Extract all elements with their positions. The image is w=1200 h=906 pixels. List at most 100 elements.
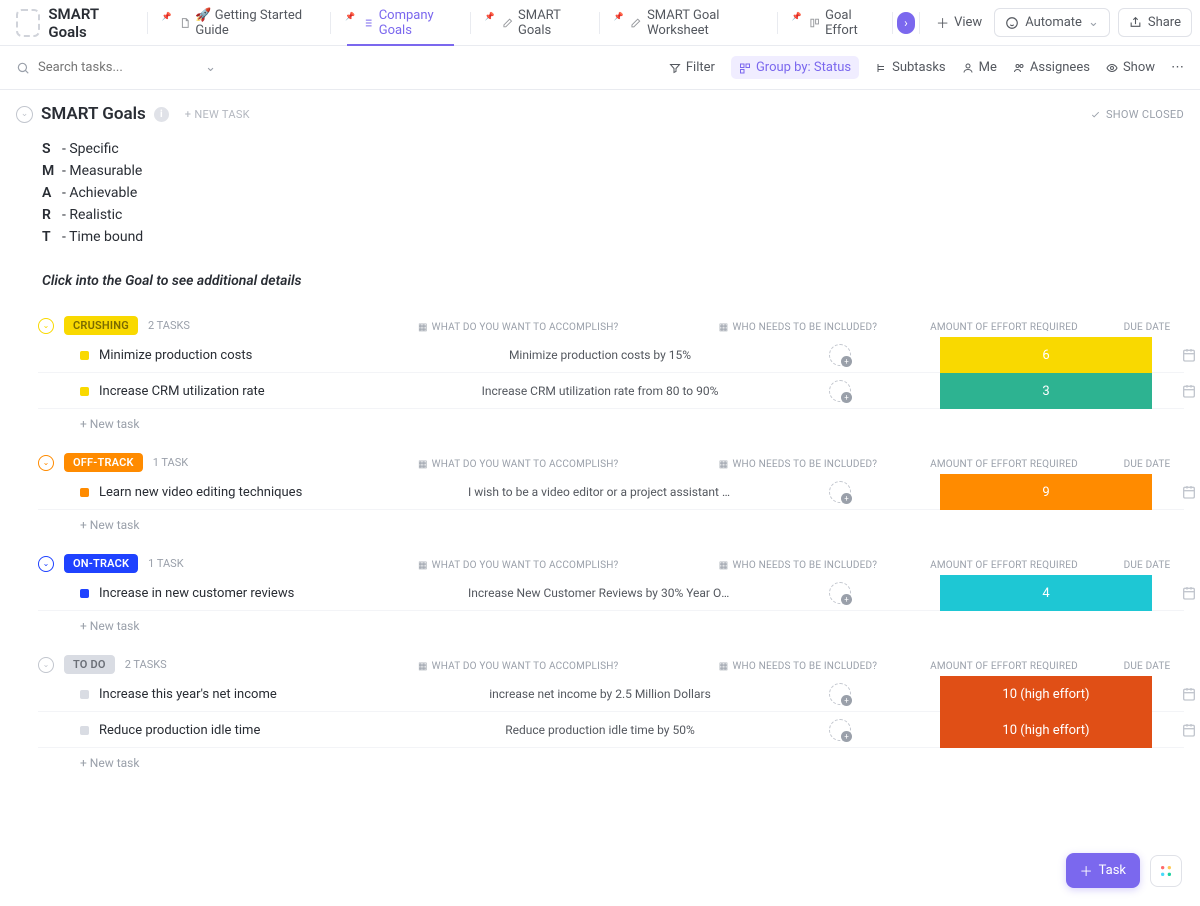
subtasks-button[interactable]: Subtasks xyxy=(875,60,946,75)
nav-tab[interactable]: 📌🚀 Getting Started Guide xyxy=(152,0,327,46)
me-button[interactable]: Me xyxy=(962,60,997,75)
add-task-row[interactable]: + New task xyxy=(38,611,1184,633)
assignee-cell[interactable] xyxy=(740,380,940,402)
add-assignee-icon[interactable] xyxy=(829,683,851,705)
due-date-cell[interactable] xyxy=(1152,484,1200,500)
status-square-icon[interactable] xyxy=(80,690,89,699)
show-closed-button[interactable]: SHOW CLOSED xyxy=(1090,108,1184,121)
add-task-row[interactable]: + New task xyxy=(38,409,1184,431)
col-effort[interactable]: AMOUNT OF EFFORT REQUIRED xyxy=(898,322,1110,333)
filter-button[interactable]: Filter xyxy=(669,60,715,75)
add-assignee-icon[interactable] xyxy=(829,344,851,366)
status-square-icon[interactable] xyxy=(80,726,89,735)
col-due[interactable]: DUE DATE xyxy=(1110,322,1184,333)
show-button[interactable]: Show xyxy=(1106,60,1155,75)
collapse-group-icon[interactable]: ⌄ xyxy=(38,556,54,572)
task-name[interactable]: Learn new video editing techniques xyxy=(99,485,302,500)
col-included[interactable]: ▦WHO NEEDS TO BE INCLUDED? xyxy=(698,322,898,333)
collapse-group-icon[interactable]: ⌄ xyxy=(38,657,54,673)
collapse-group-icon[interactable]: ⌄ xyxy=(38,318,54,334)
col-due[interactable]: DUE DATE xyxy=(1110,459,1184,470)
task-row[interactable]: Increase this year's net income increase … xyxy=(38,676,1184,712)
effort-cell[interactable]: 9 xyxy=(940,474,1152,510)
task-row[interactable]: Minimize production costs Minimize produc… xyxy=(38,337,1184,373)
col-due[interactable]: DUE DATE xyxy=(1110,661,1184,672)
col-accomplish[interactable]: ▦WHAT DO YOU WANT TO ACCOMPLISH? xyxy=(418,322,698,333)
accomplish-cell[interactable]: Increase New Customer Reviews by 30% Yea… xyxy=(460,586,740,600)
add-task-row[interactable]: + New task xyxy=(38,748,1184,770)
accomplish-cell[interactable]: Reduce production idle time by 50% xyxy=(460,723,740,737)
status-pill[interactable]: OFF-TRACK xyxy=(64,453,143,472)
status-pill[interactable]: ON-TRACK xyxy=(64,554,138,573)
col-effort[interactable]: AMOUNT OF EFFORT REQUIRED xyxy=(898,560,1110,571)
col-included[interactable]: ▦WHO NEEDS TO BE INCLUDED? xyxy=(698,661,898,672)
assignee-cell[interactable] xyxy=(740,582,940,604)
assignee-cell[interactable] xyxy=(740,481,940,503)
nav-tab[interactable]: 📌SMART Goal Worksheet xyxy=(604,0,773,46)
add-assignee-icon[interactable] xyxy=(829,582,851,604)
collapse-list-icon[interactable]: ⌄ xyxy=(16,106,33,123)
add-assignee-icon[interactable] xyxy=(829,380,851,402)
effort-cell[interactable]: 4 xyxy=(940,575,1152,611)
status-square-icon[interactable] xyxy=(80,589,89,598)
list-title[interactable]: SMART Goals xyxy=(41,104,146,124)
accomplish-cell[interactable]: I wish to be a video editor or a project… xyxy=(460,485,740,499)
col-accomplish[interactable]: ▦WHAT DO YOU WANT TO ACCOMPLISH? xyxy=(418,459,698,470)
assignees-button[interactable]: Assignees xyxy=(1013,60,1090,75)
effort-cell[interactable]: 10 (high effort) xyxy=(940,712,1152,748)
effort-cell[interactable]: 6 xyxy=(940,337,1152,373)
assignee-cell[interactable] xyxy=(740,719,940,741)
group-by-button[interactable]: Group by: Status xyxy=(731,56,859,79)
due-date-cell[interactable] xyxy=(1152,383,1200,399)
status-square-icon[interactable] xyxy=(80,488,89,497)
space-title[interactable]: SMART Goals xyxy=(48,5,127,41)
new-task-fab[interactable]: ＋Task xyxy=(1066,853,1140,888)
col-included[interactable]: ▦WHO NEEDS TO BE INCLUDED? xyxy=(698,459,898,470)
status-square-icon[interactable] xyxy=(80,351,89,360)
accomplish-cell[interactable]: Increase CRM utilization rate from 80 to… xyxy=(460,384,740,398)
space-logo[interactable] xyxy=(16,9,40,37)
automate-button[interactable]: Automate ⌄ xyxy=(994,8,1110,37)
col-accomplish[interactable]: ▦WHAT DO YOU WANT TO ACCOMPLISH? xyxy=(418,661,698,672)
status-pill[interactable]: TO DO xyxy=(64,655,115,674)
col-effort[interactable]: AMOUNT OF EFFORT REQUIRED xyxy=(898,459,1110,470)
task-name[interactable]: Reduce production idle time xyxy=(99,723,260,738)
due-date-cell[interactable] xyxy=(1152,585,1200,601)
more-views-icon[interactable]: › xyxy=(897,12,916,34)
col-included[interactable]: ▦WHO NEEDS TO BE INCLUDED? xyxy=(698,560,898,571)
add-assignee-icon[interactable] xyxy=(829,719,851,741)
task-row[interactable]: Increase CRM utilization rate Increase CR… xyxy=(38,373,1184,409)
status-pill[interactable]: CRUSHING xyxy=(64,316,138,335)
apps-fab[interactable] xyxy=(1150,855,1182,887)
task-name[interactable]: Increase in new customer reviews xyxy=(99,586,294,601)
info-icon[interactable]: i xyxy=(154,107,169,122)
effort-cell[interactable]: 10 (high effort) xyxy=(940,676,1152,712)
assignee-cell[interactable] xyxy=(740,683,940,705)
col-effort[interactable]: AMOUNT OF EFFORT REQUIRED xyxy=(898,661,1110,672)
due-date-cell[interactable] xyxy=(1152,686,1200,702)
add-assignee-icon[interactable] xyxy=(829,481,851,503)
collapse-group-icon[interactable]: ⌄ xyxy=(38,455,54,471)
task-name[interactable]: Minimize production costs xyxy=(99,348,252,363)
more-menu-icon[interactable]: ⋯ xyxy=(1171,60,1184,75)
nav-tab[interactable]: 📌Goal Effort xyxy=(782,0,888,46)
due-date-cell[interactable] xyxy=(1152,722,1200,738)
assignee-cell[interactable] xyxy=(740,344,940,366)
task-name[interactable]: Increase CRM utilization rate xyxy=(99,384,265,399)
add-task-row[interactable]: + New task xyxy=(38,510,1184,532)
accomplish-cell[interactable]: increase net income by 2.5 Million Dolla… xyxy=(460,687,740,701)
col-due[interactable]: DUE DATE xyxy=(1110,560,1184,571)
new-task-button[interactable]: + NEW TASK xyxy=(185,108,250,121)
due-date-cell[interactable] xyxy=(1152,347,1200,363)
nav-tab[interactable]: 📌SMART Goals xyxy=(475,0,595,46)
search-input[interactable] xyxy=(38,60,178,75)
col-accomplish[interactable]: ▦WHAT DO YOU WANT TO ACCOMPLISH? xyxy=(418,560,698,571)
task-row[interactable]: Increase in new customer reviews Increase… xyxy=(38,575,1184,611)
share-button[interactable]: Share xyxy=(1118,8,1192,37)
effort-cell[interactable]: 3 xyxy=(940,373,1152,409)
task-name[interactable]: Increase this year's net income xyxy=(99,687,277,702)
accomplish-cell[interactable]: Minimize production costs by 15% xyxy=(460,348,740,362)
nav-tab[interactable]: 📌Company Goals xyxy=(335,0,466,46)
task-row[interactable]: Reduce production idle time Reduce produc… xyxy=(38,712,1184,748)
task-row[interactable]: Learn new video editing techniques I wish… xyxy=(38,474,1184,510)
